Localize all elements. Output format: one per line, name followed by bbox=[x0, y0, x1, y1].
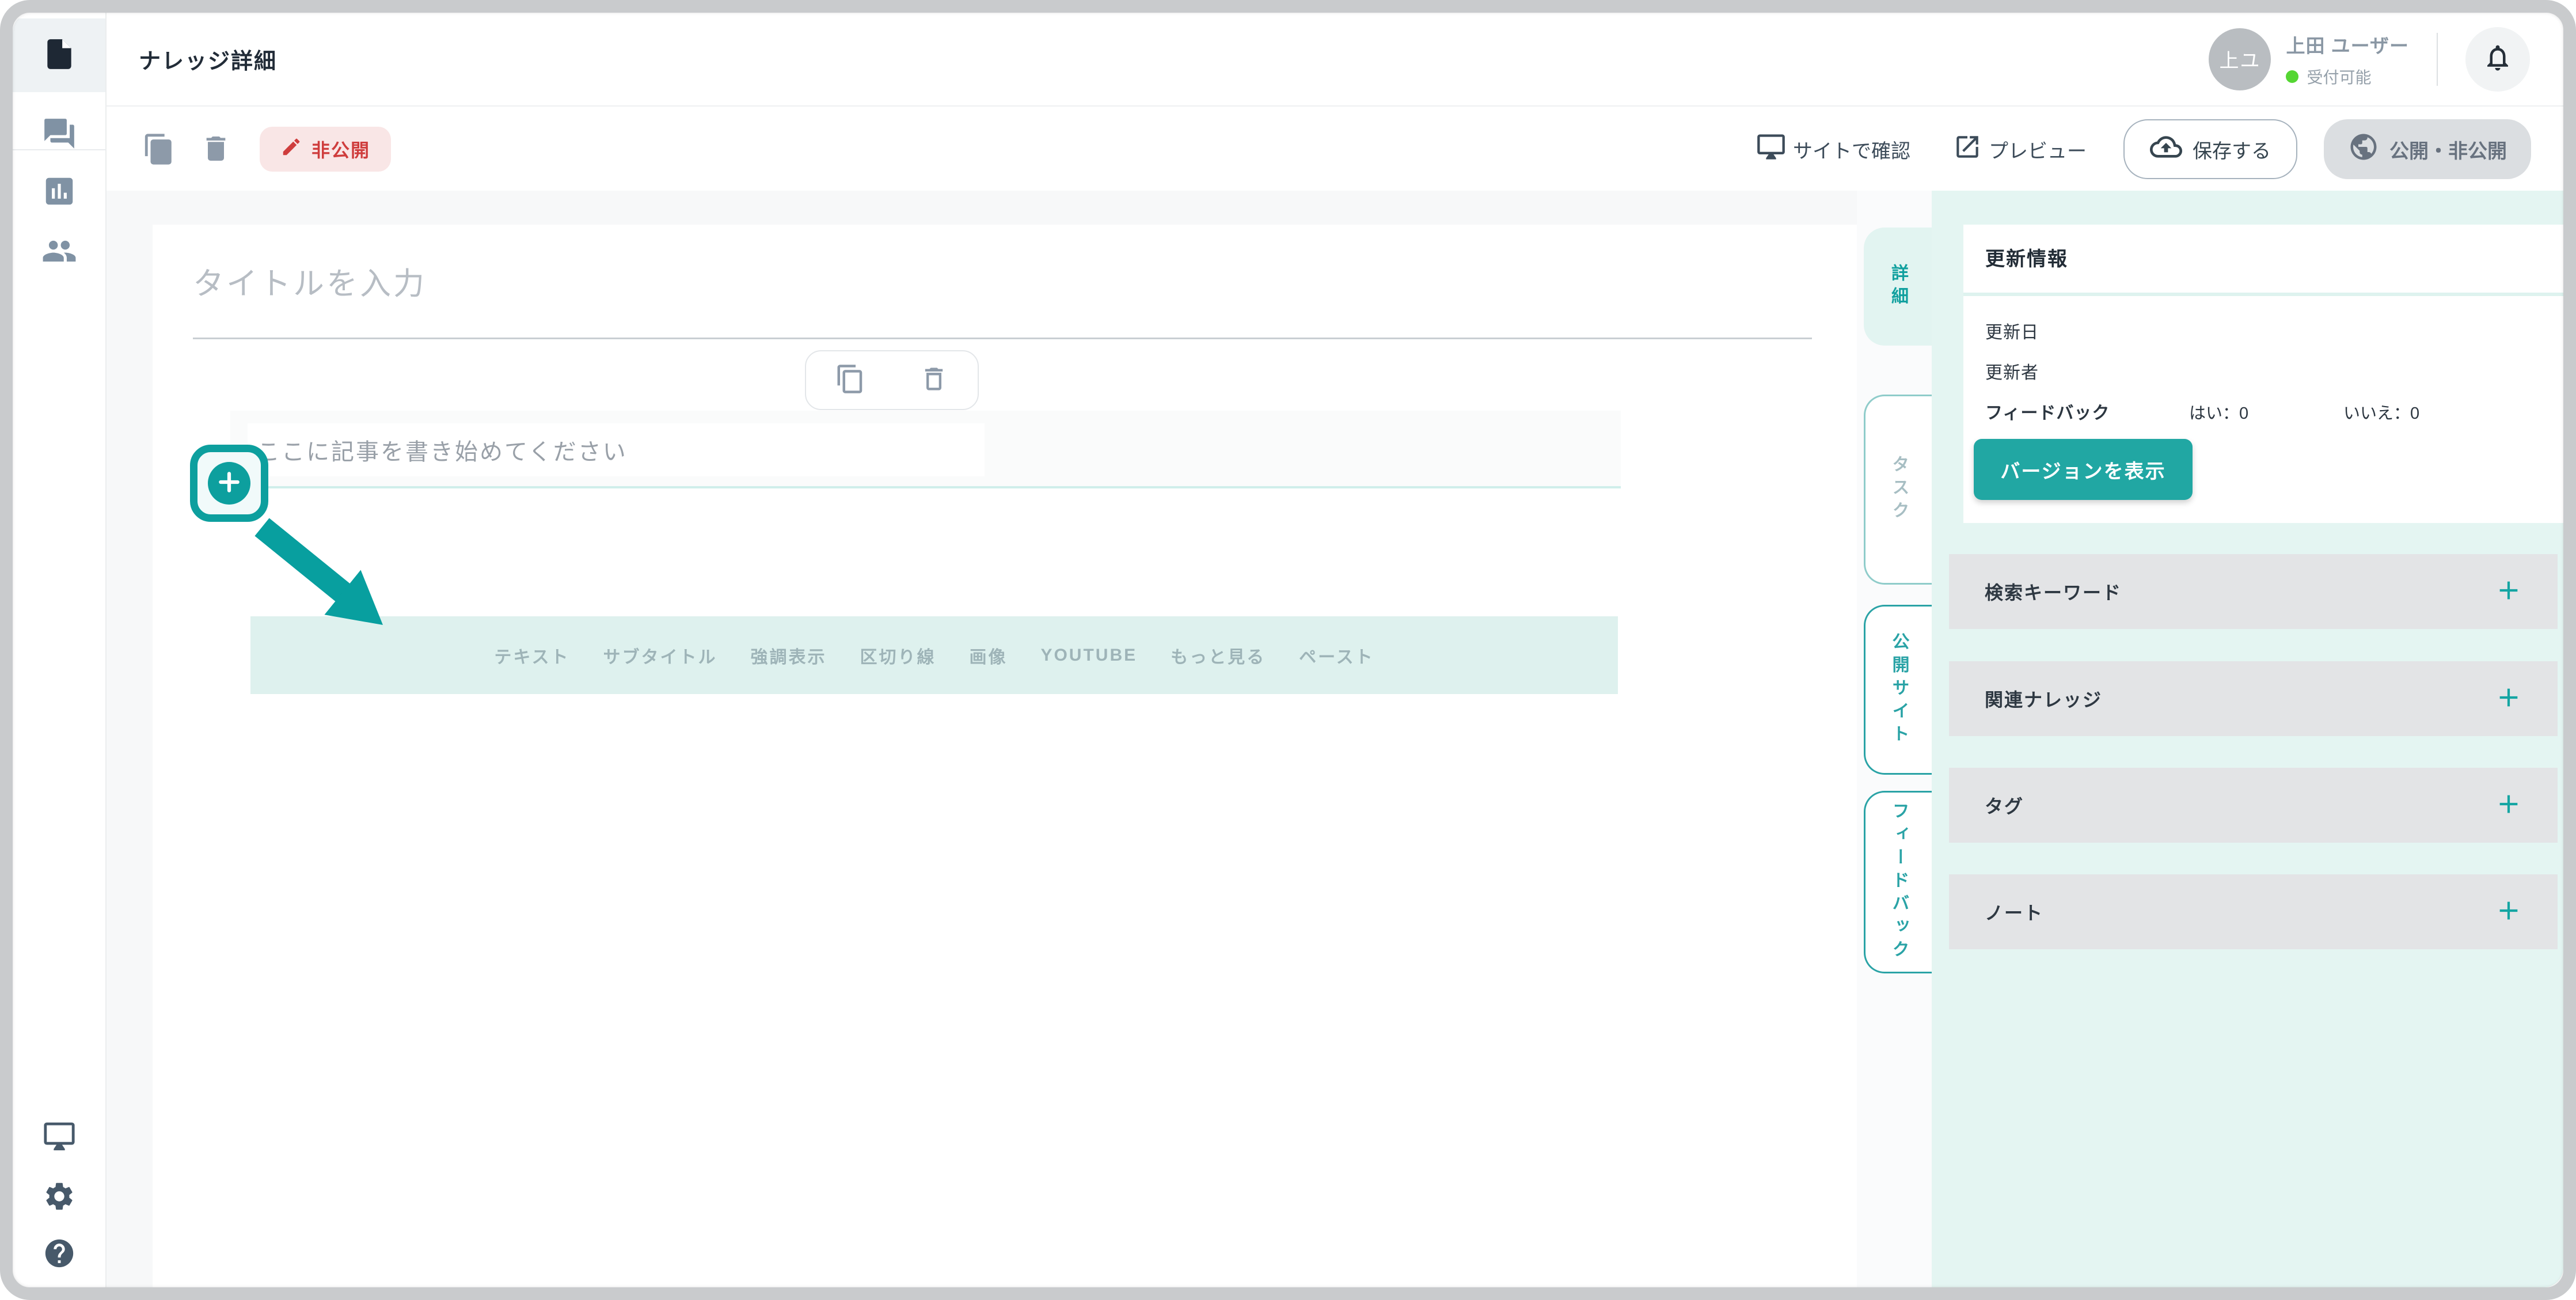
tab-task[interactable]: タスク bbox=[1864, 395, 1932, 585]
editor-card: タイトルを入力 ここに記事を書き始めてください bbox=[153, 225, 1857, 1287]
tab-feedback[interactable]: フィードバック bbox=[1864, 791, 1932, 973]
plus-icon bbox=[216, 469, 242, 498]
article-body-placeholder: ここに記事を書き始めてください bbox=[257, 433, 628, 467]
update-info-divider bbox=[1963, 293, 2563, 296]
preview-label: プレビュー bbox=[1989, 135, 2087, 164]
user-status-label: 受付可能 bbox=[2307, 65, 2371, 88]
help-icon bbox=[43, 1237, 76, 1273]
title-underline bbox=[193, 338, 1812, 339]
plus-icon[interactable] bbox=[2495, 791, 2522, 820]
publish-status-badge[interactable]: 非公開 bbox=[260, 127, 391, 172]
page-title: ナレッジ詳細 bbox=[139, 43, 277, 75]
app-window: ナレッジ詳細 上ユ 上田 ユーザー 受付可能 bbox=[13, 13, 2563, 1287]
copy-block-icon[interactable] bbox=[835, 363, 866, 397]
pencil-icon bbox=[280, 136, 302, 162]
plus-icon[interactable] bbox=[2495, 897, 2522, 927]
sidebar-item-knowledge[interactable] bbox=[13, 18, 105, 92]
sidebar-item-users[interactable] bbox=[13, 215, 105, 289]
section-notes[interactable]: ノート bbox=[1949, 874, 2558, 949]
user-name: 上田 ユーザー bbox=[2286, 31, 2409, 58]
menu-item-divider[interactable]: 区切り線 bbox=[860, 643, 936, 668]
document-icon bbox=[41, 36, 77, 75]
menu-item-more[interactable]: もっと見る bbox=[1171, 643, 1266, 668]
save-button[interactable]: 保存する bbox=[2123, 119, 2297, 179]
globe-icon bbox=[2348, 131, 2379, 168]
block-action-group bbox=[805, 350, 979, 410]
user-status: 受付可能 bbox=[2286, 65, 2409, 88]
article-block: ここに記事を書き始めてください bbox=[230, 411, 1621, 488]
publish-status-label: 非公開 bbox=[311, 136, 370, 162]
feedback-label: フィードバック bbox=[1985, 399, 2110, 424]
monitor-icon bbox=[1756, 132, 1786, 167]
add-block-annotation bbox=[190, 445, 268, 522]
cloud-upload-icon bbox=[2150, 131, 2182, 168]
show-versions-button[interactable]: バージョンを表示 bbox=[1974, 439, 2193, 500]
screenshot-root: ナレッジ詳細 上ユ 上田 ユーザー 受付可能 bbox=[0, 0, 2576, 1300]
monitor-icon bbox=[43, 1120, 76, 1156]
section-label: タグ bbox=[1985, 792, 2024, 818]
sidebar-divider bbox=[13, 149, 105, 150]
editor-toolbar: 非公開 サイトで確認 プレビュー 保存する bbox=[107, 108, 2563, 191]
section-label: 関連ナレッジ bbox=[1985, 685, 2102, 712]
add-block-button[interactable] bbox=[208, 462, 250, 505]
top-header: ナレッジ詳細 上ユ 上田 ユーザー 受付可能 bbox=[107, 13, 2563, 107]
detail-panel: 更新情報 更新日 更新者 フィードバック はい：0 いいえ：0 バージョンを表示… bbox=[1932, 191, 2563, 1287]
section-label: ノート bbox=[1985, 899, 2043, 925]
title-input[interactable]: タイトルを入力 bbox=[193, 258, 427, 304]
sidebar-item-help[interactable] bbox=[13, 1218, 105, 1287]
user-avatar[interactable]: 上ユ bbox=[2209, 28, 2271, 90]
article-body-input[interactable]: ここに記事を書き始めてください bbox=[248, 423, 985, 476]
section-search-keywords[interactable]: 検索キーワード bbox=[1949, 554, 2558, 629]
menu-item-paste[interactable]: ペースト bbox=[1299, 643, 1374, 668]
bell-icon bbox=[2482, 42, 2513, 76]
update-info-title: 更新情報 bbox=[1985, 243, 2068, 271]
plus-icon[interactable] bbox=[2495, 684, 2522, 714]
update-date-label: 更新日 bbox=[1985, 318, 2039, 343]
publish-toggle-button[interactable]: 公開・非公開 bbox=[2324, 119, 2531, 179]
status-dot-icon bbox=[2286, 70, 2298, 83]
save-label: 保存する bbox=[2193, 135, 2271, 164]
publish-toggle-label: 公開・非公開 bbox=[2389, 135, 2507, 164]
chart-icon bbox=[41, 173, 77, 212]
menu-item-youtube[interactable]: YOUTUBE bbox=[1040, 646, 1137, 665]
plus-icon[interactable] bbox=[2495, 577, 2522, 607]
feedback-no-count: いいえ：0 bbox=[2343, 400, 2419, 424]
site-check-label: サイトで確認 bbox=[1793, 135, 1910, 164]
chat-icon bbox=[41, 116, 77, 154]
menu-item-subtitle[interactable]: サブタイトル bbox=[603, 643, 717, 668]
external-link-icon bbox=[1953, 132, 1982, 166]
section-tags[interactable]: タグ bbox=[1949, 768, 2558, 843]
menu-item-image[interactable]: 画像 bbox=[969, 643, 1007, 668]
section-label: 検索キーワード bbox=[1985, 578, 2122, 605]
block-type-menu: テキスト サブタイトル 強調表示 区切り線 画像 YOUTUBE もっと見る ペ… bbox=[250, 616, 1618, 694]
arrow-annotation bbox=[250, 516, 412, 642]
users-icon bbox=[41, 233, 77, 272]
header-divider bbox=[2437, 33, 2438, 86]
duplicate-document-icon[interactable] bbox=[142, 132, 176, 166]
update-info-card: 更新情報 更新日 更新者 フィードバック はい：0 いいえ：0 バージョンを表示 bbox=[1963, 225, 2563, 523]
tab-public-site[interactable]: 公開サイト bbox=[1864, 605, 1932, 775]
notifications-button[interactable] bbox=[2465, 27, 2530, 92]
delete-document-icon[interactable] bbox=[200, 132, 233, 166]
preview-button[interactable]: プレビュー bbox=[1953, 132, 2087, 166]
delete-block-icon[interactable] bbox=[919, 364, 949, 397]
user-menu[interactable]: 上田 ユーザー 受付可能 bbox=[2286, 31, 2409, 88]
menu-item-highlight[interactable]: 強調表示 bbox=[750, 643, 826, 668]
feedback-yes-count: はい：0 bbox=[2189, 400, 2248, 424]
left-sidebar bbox=[13, 13, 107, 1287]
menu-item-text[interactable]: テキスト bbox=[494, 643, 569, 668]
tab-detail[interactable]: 詳細 bbox=[1864, 228, 1932, 346]
side-tab-strip: 詳細 タスク 公開サイト フィードバック bbox=[1857, 191, 1932, 1287]
update-editor-label: 更新者 bbox=[1985, 358, 2039, 384]
gear-icon bbox=[43, 1180, 76, 1216]
section-related-knowledge[interactable]: 関連ナレッジ bbox=[1949, 661, 2558, 736]
site-check-button[interactable]: サイトで確認 bbox=[1756, 132, 1910, 167]
